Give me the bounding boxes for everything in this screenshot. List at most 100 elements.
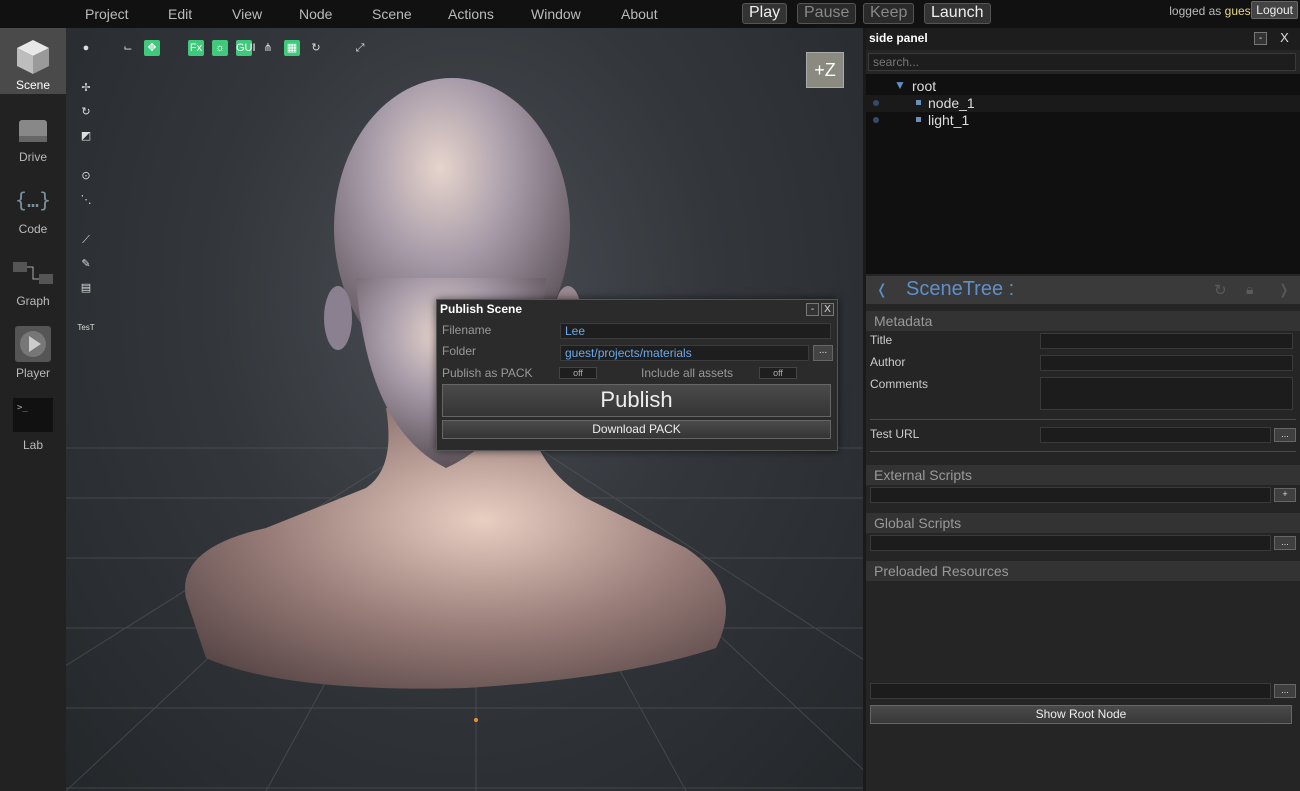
sidebar-item-label: Drive [18, 150, 47, 164]
sidebar-item-lab[interactable]: >_ Lab [0, 388, 66, 454]
tree-item-light-1[interactable]: light_1 [866, 112, 1300, 129]
sidebar-item-label: Code [18, 222, 48, 236]
refresh-icon[interactable]: ↻ [1214, 281, 1227, 299]
side-panel-close-button[interactable]: X [1278, 31, 1291, 45]
preloaded-resources-head: Preloaded Resources [866, 561, 1300, 581]
sidebar-item-label: Graph [16, 294, 50, 308]
pack-toggle[interactable]: off [559, 367, 597, 379]
filename-field[interactable]: Lee [560, 323, 831, 339]
scale-icon[interactable]: ◩ [78, 128, 94, 144]
test-url-label: Test URL [870, 427, 920, 441]
side-panel-minimize-button[interactable]: - [1254, 32, 1267, 45]
test-url-browse-button[interactable]: ... [1274, 428, 1296, 442]
resource-field[interactable] [870, 683, 1271, 699]
tree-item-root[interactable]: ▼ root [866, 78, 1300, 95]
document-icon[interactable]: ▤ [78, 280, 94, 296]
visibility-dot-icon[interactable] [873, 117, 879, 123]
record-icon[interactable]: ● [78, 40, 94, 56]
external-scripts-field[interactable] [870, 487, 1271, 503]
global-scripts-field[interactable] [870, 535, 1271, 551]
test-url-field[interactable] [1040, 427, 1271, 443]
link-icon[interactable]: ⋱ [78, 192, 94, 208]
sidebar-item-code[interactable]: {…} Code [0, 172, 66, 238]
select-icon[interactable]: ✥ [144, 40, 160, 56]
menu-about[interactable]: About [621, 6, 658, 22]
dialog-title: Publish Scene [440, 302, 523, 316]
menu-view[interactable]: View [232, 6, 262, 22]
tree-item-label: light_1 [928, 112, 970, 128]
brush-icon[interactable]: ⟋ [78, 232, 94, 248]
tree-item-label: root [912, 78, 937, 94]
side-panel-header: side panel - X [866, 28, 1300, 50]
visibility-dot-icon[interactable] [873, 100, 879, 106]
folder-label: Folder [442, 344, 477, 358]
logout-button[interactable]: Logout [1251, 1, 1298, 19]
test-tool[interactable]: TesT [76, 320, 96, 336]
pipette-icon[interactable]: ✎ [78, 256, 94, 272]
node-bullet-icon [916, 100, 921, 105]
pause-button[interactable]: Pause [797, 3, 857, 24]
global-scripts-browse-button[interactable]: ... [1274, 536, 1296, 550]
sidebar-item-graph[interactable]: Graph [0, 244, 66, 310]
fx-icon[interactable]: Fx [188, 40, 204, 56]
inspector-header: ❬ SceneTree : ↻ 🔒︎ ❭ [866, 276, 1300, 304]
side-panel: side panel - X search... ▼ root node_1 l… [866, 28, 1300, 791]
external-scripts-head: External Scripts [866, 465, 1300, 485]
folder-field[interactable]: guest/projects/materials [560, 345, 809, 361]
comments-label: Comments [870, 377, 929, 391]
login-user: guest [1224, 4, 1254, 18]
nodes-icon[interactable]: ⋔ [260, 40, 276, 56]
search-input[interactable]: search... [868, 53, 1296, 71]
scene-tree: ▼ root node_1 light_1 [866, 74, 1300, 274]
cube-icon [17, 40, 49, 74]
publish-button[interactable]: Publish [442, 384, 831, 417]
minimize-button[interactable]: - [806, 303, 819, 316]
pack-label: Publish as PACK [442, 366, 533, 380]
left-sidebar: Scene Drive {…} Code Graph Player >_ Lab [0, 28, 66, 791]
target-icon[interactable]: ⊙ [78, 168, 94, 184]
gui-icon[interactable]: GUI [236, 40, 256, 56]
author-label: Author [870, 355, 906, 369]
divider [870, 451, 1296, 452]
assets-toggle[interactable]: off [759, 367, 797, 379]
folder-browse-button[interactable]: ... [813, 345, 833, 361]
author-field[interactable] [1040, 355, 1293, 371]
axis-z-button[interactable]: +Z [806, 52, 844, 88]
menu-project[interactable]: Project [85, 6, 129, 22]
comments-field[interactable] [1040, 377, 1293, 410]
launch-button[interactable]: Launch [924, 3, 991, 24]
metadata-section-head: Metadata [866, 311, 1300, 331]
light-icon[interactable]: ☼ [212, 40, 228, 56]
play-button[interactable]: Play [742, 3, 788, 24]
menu-edit[interactable]: Edit [168, 6, 192, 22]
next-arrow-icon[interactable]: ❭ [1278, 281, 1290, 298]
prev-arrow-icon[interactable]: ❬ [876, 281, 888, 298]
login-prefix: logged as [1169, 4, 1222, 18]
rotate-icon[interactable]: ↻ [78, 104, 94, 120]
expand-triangle-icon[interactable]: ▼ [894, 78, 906, 92]
add-external-script-button[interactable]: + [1274, 488, 1296, 502]
sidebar-item-player[interactable]: Player [0, 316, 66, 382]
lock-icon[interactable]: 🔒︎ [1246, 281, 1253, 298]
expand-icon[interactable]: ⤢ [352, 40, 368, 56]
sidebar-item-drive[interactable]: Drive [0, 100, 66, 166]
keep-button[interactable]: Keep [863, 3, 915, 24]
menu-node[interactable]: Node [299, 6, 332, 22]
menu-scene[interactable]: Scene [372, 6, 412, 22]
axis-gizmo-icon[interactable]: ⌙ [120, 40, 136, 56]
close-button[interactable]: X [821, 303, 834, 316]
menu-actions[interactable]: Actions [448, 6, 494, 22]
tree-item-node-1[interactable]: node_1 [866, 95, 1300, 112]
refresh-icon[interactable]: ↻ [308, 40, 324, 56]
code-braces-icon: {…} [15, 188, 51, 212]
translate-icon[interactable]: ✢ [78, 80, 94, 96]
sidebar-item-scene[interactable]: Scene [0, 28, 66, 94]
resource-browse-button[interactable]: ... [1274, 684, 1296, 698]
grid-icon[interactable]: ▦ [284, 40, 300, 56]
title-field[interactable] [1040, 333, 1293, 349]
sidebar-item-label: Scene [15, 78, 51, 92]
drive-icon [19, 120, 47, 142]
download-pack-button[interactable]: Download PACK [442, 420, 831, 439]
show-root-node-button[interactable]: Show Root Node [870, 705, 1292, 724]
menu-window[interactable]: Window [531, 6, 581, 22]
